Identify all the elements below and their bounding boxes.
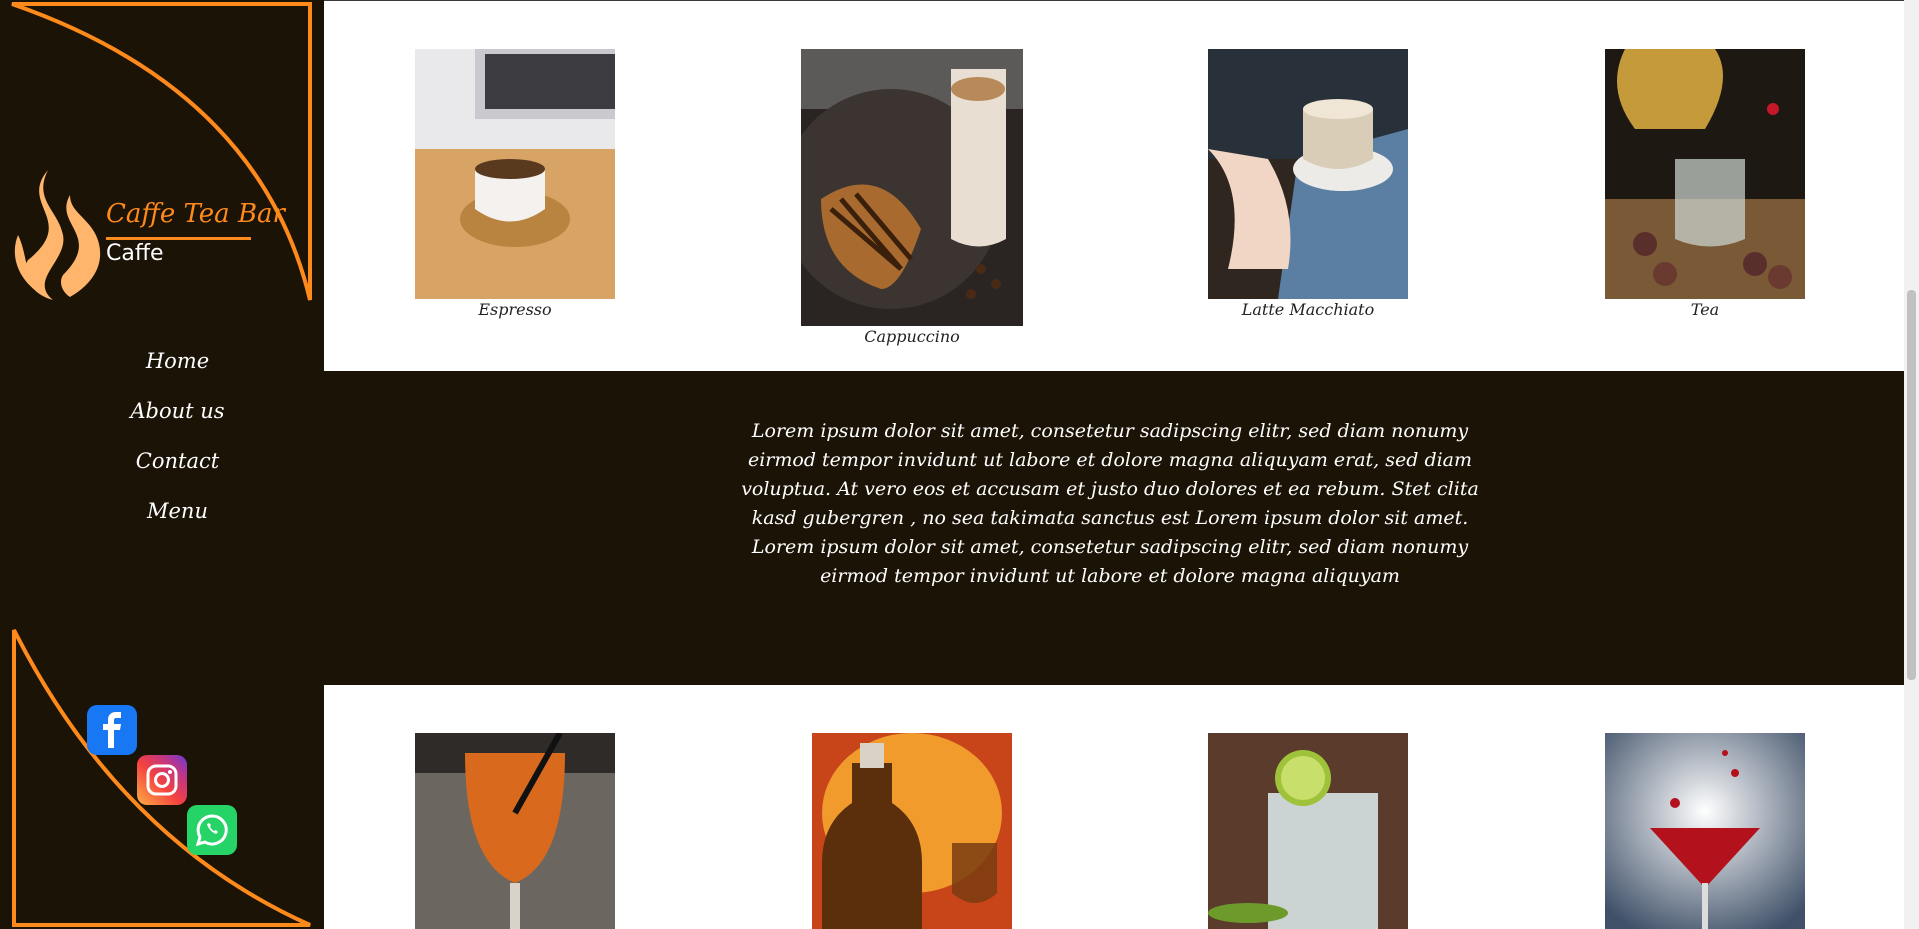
- aperitif-image: [415, 733, 615, 929]
- cappuccino-image: [801, 49, 1023, 326]
- brand-subtitle: Caffe: [106, 241, 164, 266]
- cocktail-image: [1605, 733, 1805, 929]
- tea-image: [1605, 49, 1805, 299]
- product-caption: Latte Macchiato: [1241, 300, 1375, 319]
- nav-menu[interactable]: Menu: [0, 495, 324, 545]
- brand-name[interactable]: Caffe Tea Bar: [106, 199, 285, 229]
- instagram-icon[interactable]: [137, 755, 187, 805]
- scrollbar-thumb[interactable]: [1907, 290, 1916, 680]
- espresso-image: [415, 49, 615, 299]
- nav-home[interactable]: Home: [0, 345, 324, 395]
- whatsapp-icon[interactable]: [187, 805, 237, 855]
- info-band-text: Lorem ipsum dolor sit amet, consetetur s…: [741, 420, 1479, 587]
- nav-contact[interactable]: Contact: [0, 445, 324, 495]
- brand-divider: [106, 237, 251, 240]
- sidebar: Caffe Tea Bar Caffe Home About us Contac…: [0, 0, 324, 929]
- facebook-icon[interactable]: [87, 705, 137, 755]
- product-caption: Cappuccino: [864, 327, 960, 346]
- top-border: [324, 0, 1904, 1]
- product-caption: Tea: [1690, 300, 1720, 319]
- flame-logo-icon[interactable]: [8, 165, 108, 305]
- main-nav: Home About us Contact Menu: [0, 345, 324, 545]
- whisky-image: [812, 733, 1012, 929]
- latte-macchiato-image: [1208, 49, 1408, 299]
- product-caption: Espresso: [478, 300, 552, 319]
- gin-tonic-image: [1208, 733, 1408, 929]
- nav-about-us[interactable]: About us: [0, 395, 324, 445]
